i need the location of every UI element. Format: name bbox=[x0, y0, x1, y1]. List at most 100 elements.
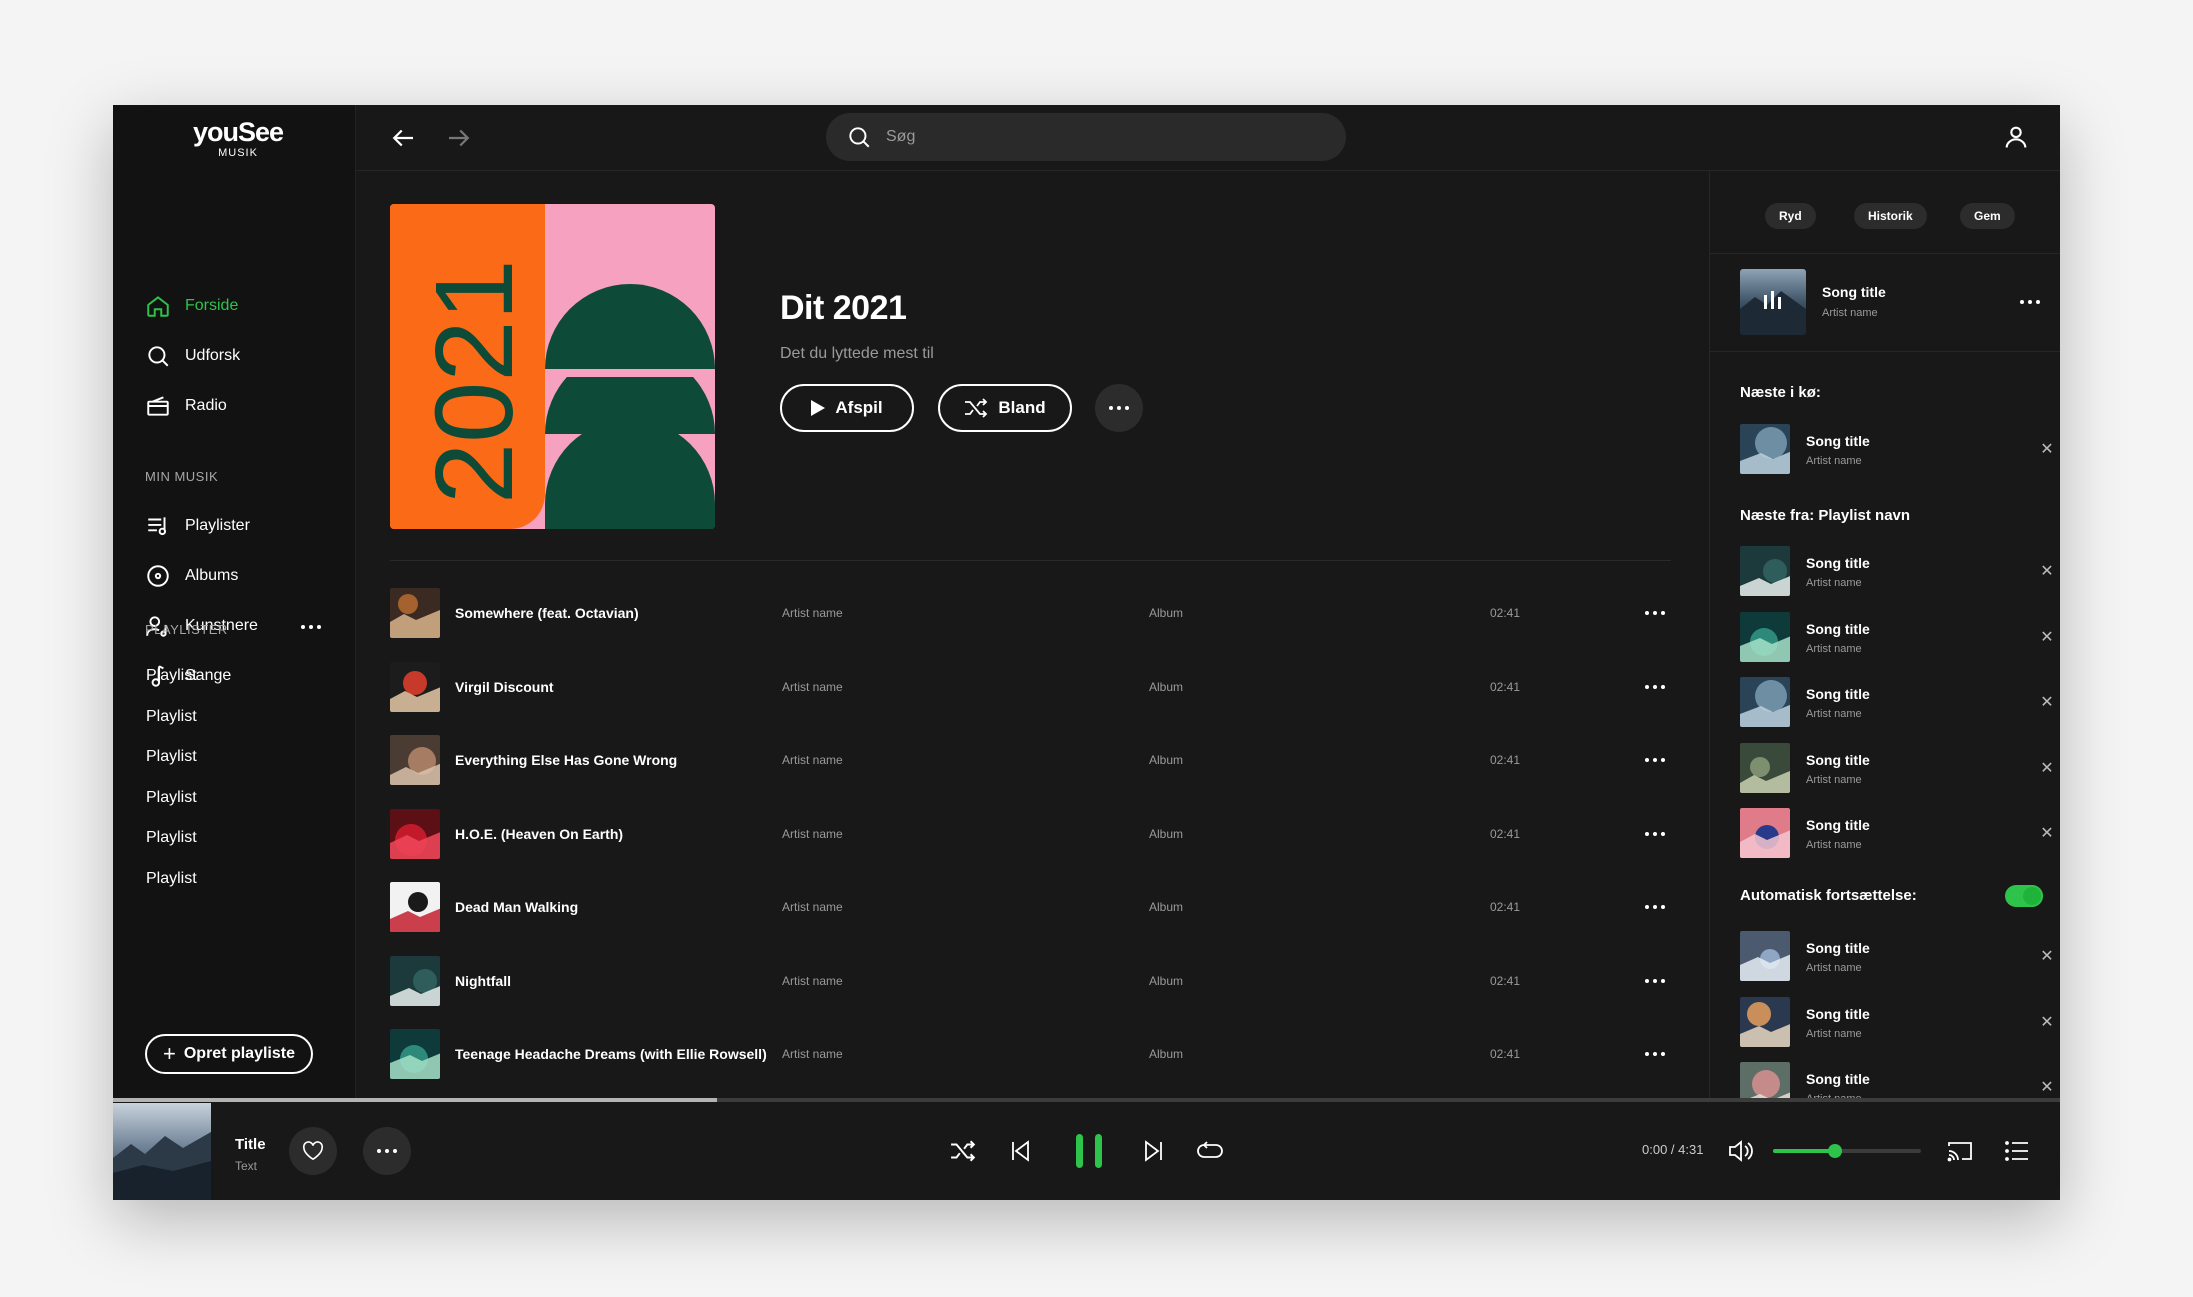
queue-item[interactable]: Song title Artist name ✕ bbox=[1740, 931, 2054, 981]
playlist-more-button[interactable] bbox=[1095, 384, 1143, 432]
track-duration: 02:41 bbox=[1490, 679, 1521, 694]
nav-item-playlister[interactable]: Playlister bbox=[145, 511, 250, 541]
sidebar-playlist-item[interactable]: Playlist bbox=[146, 789, 197, 807]
play-button[interactable]: Afspil bbox=[780, 384, 914, 432]
remove-from-queue-icon[interactable]: ✕ bbox=[2036, 1011, 2058, 1033]
track-album[interactable]: Album bbox=[1149, 900, 1183, 914]
shuffle-button[interactable]: Bland bbox=[938, 384, 1072, 432]
more-dots-icon[interactable] bbox=[2020, 300, 2040, 304]
playlist-cover-art: 2021 bbox=[390, 204, 715, 529]
track-row[interactable]: Virgil Discount Artist name Album 02:41 bbox=[390, 661, 1675, 712]
queue-list-icon bbox=[2005, 1141, 2028, 1161]
pause-button[interactable] bbox=[1069, 1134, 1109, 1168]
remove-from-queue-icon[interactable]: ✕ bbox=[2036, 757, 2058, 779]
create-playlist-button[interactable]: + Opret playliste bbox=[145, 1034, 313, 1074]
queue-item[interactable]: Song title Artist name ✕ bbox=[1740, 742, 2054, 793]
save-queue-button[interactable]: Gem bbox=[1960, 203, 2015, 229]
track-album[interactable]: Album bbox=[1149, 1047, 1183, 1061]
nav-item-forside[interactable]: Forside bbox=[145, 291, 238, 321]
track-more-button[interactable] bbox=[1640, 819, 1670, 849]
volume-button[interactable] bbox=[1724, 1134, 1758, 1168]
sidebar-playlist-item[interactable]: Playlist bbox=[146, 708, 197, 726]
queue-item-artist: Artist name bbox=[1806, 773, 1862, 786]
sidebar-playlist-item[interactable]: Playlist bbox=[146, 748, 197, 766]
cast-button[interactable] bbox=[1943, 1134, 1977, 1168]
sidebar-playlist-item[interactable]: Playlist bbox=[146, 667, 197, 685]
previous-button[interactable] bbox=[1003, 1134, 1037, 1168]
remove-from-queue-icon[interactable]: ✕ bbox=[2036, 691, 2058, 713]
nav-item-label: Udforsk bbox=[185, 347, 241, 364]
heart-icon bbox=[302, 1141, 324, 1161]
autoplay-toggle[interactable] bbox=[2005, 885, 2043, 907]
next-button[interactable] bbox=[1137, 1134, 1171, 1168]
nav-item-albums[interactable]: Albums bbox=[145, 561, 238, 591]
sidebar-playlist-item[interactable]: Playlist bbox=[146, 829, 197, 847]
nav-item-udforsk[interactable]: Udforsk bbox=[145, 341, 240, 371]
divider bbox=[1710, 253, 2060, 254]
track-row[interactable]: Dead Man Walking Artist name Album 02:41 bbox=[390, 882, 1675, 932]
queue-item[interactable]: Song title Artist name ✕ bbox=[1740, 424, 2054, 474]
track-more-button[interactable] bbox=[1640, 892, 1670, 922]
play-icon bbox=[811, 400, 826, 416]
remove-from-queue-icon[interactable]: ✕ bbox=[2036, 626, 2058, 648]
player-more-button[interactable] bbox=[363, 1127, 411, 1175]
remove-from-queue-icon[interactable]: ✕ bbox=[2036, 1076, 2058, 1098]
track-artist[interactable]: Artist name bbox=[782, 753, 843, 767]
volume-slider[interactable] bbox=[1773, 1144, 1921, 1158]
sidebar-playlist-item[interactable]: Playlist bbox=[146, 870, 197, 888]
queue-item[interactable]: Song title Artist name ✕ bbox=[1740, 808, 2054, 858]
track-row[interactable]: H.O.E. (Heaven On Earth) Artist name Alb… bbox=[390, 808, 1675, 859]
track-row[interactable]: Nightfall Artist name Album 02:41 bbox=[390, 955, 1675, 1006]
yousee-logo[interactable]: youSee MUSIK bbox=[193, 119, 284, 159]
shuffle-control[interactable] bbox=[946, 1134, 980, 1168]
forward-arrow-icon[interactable] bbox=[444, 123, 474, 153]
remove-from-queue-icon[interactable]: ✕ bbox=[2036, 822, 2058, 844]
queue-item[interactable]: Song title Artist name ✕ bbox=[1740, 996, 2054, 1047]
track-cover-art bbox=[390, 955, 440, 1006]
track-row[interactable]: Everything Else Has Gone Wrong Artist na… bbox=[390, 735, 1675, 785]
remove-from-queue-icon[interactable]: ✕ bbox=[2036, 438, 2058, 460]
user-profile-icon[interactable] bbox=[2002, 123, 2030, 151]
remove-from-queue-icon[interactable]: ✕ bbox=[2036, 945, 2058, 967]
clear-queue-button[interactable]: Ryd bbox=[1765, 203, 1816, 229]
nav-item-radio[interactable]: Radio bbox=[145, 391, 227, 421]
queue-item[interactable]: Song title Artist name ✕ bbox=[1740, 1062, 2054, 1100]
track-more-button[interactable] bbox=[1640, 1039, 1670, 1069]
track-duration: 02:41 bbox=[1490, 1047, 1521, 1061]
queue-item[interactable]: Song title Artist name ✕ bbox=[1740, 611, 2054, 662]
playlists-more-icon[interactable] bbox=[301, 625, 321, 629]
track-more-button[interactable] bbox=[1640, 966, 1670, 996]
track-more-button[interactable] bbox=[1640, 745, 1670, 775]
track-more-button[interactable] bbox=[1640, 672, 1670, 702]
remove-from-queue-icon[interactable]: ✕ bbox=[2036, 560, 2058, 582]
track-more-button[interactable] bbox=[1640, 598, 1670, 628]
queue-item-title: Song title bbox=[1806, 555, 1870, 571]
queue-item[interactable]: Song title Artist name ✕ bbox=[1740, 677, 2054, 727]
volume-knob[interactable] bbox=[1828, 1144, 1843, 1158]
track-artist[interactable]: Artist name bbox=[782, 974, 843, 988]
history-button[interactable]: Historik bbox=[1854, 203, 1927, 229]
track-album[interactable]: Album bbox=[1149, 974, 1183, 988]
search-input[interactable] bbox=[886, 128, 1306, 146]
track-row[interactable]: Teenage Headache Dreams (with Ellie Rows… bbox=[390, 1029, 1675, 1079]
queue-now-playing[interactable]: Song title Artist name bbox=[1740, 269, 2040, 335]
track-artist[interactable]: Artist name bbox=[782, 606, 843, 620]
back-arrow-icon[interactable] bbox=[388, 123, 418, 153]
like-button[interactable] bbox=[289, 1127, 337, 1175]
track-album[interactable]: Album bbox=[1149, 606, 1183, 620]
playback-progress-bar[interactable] bbox=[113, 1098, 2060, 1102]
track-album[interactable]: Album bbox=[1149, 680, 1183, 694]
queue-item[interactable]: Song title Artist name ✕ bbox=[1740, 546, 2054, 596]
search-bar[interactable] bbox=[826, 113, 1346, 161]
track-artist[interactable]: Artist name bbox=[782, 1047, 843, 1061]
queue-item-art bbox=[1740, 996, 1790, 1047]
track-album[interactable]: Album bbox=[1149, 753, 1183, 767]
repeat-button[interactable] bbox=[1193, 1134, 1227, 1168]
track-duration: 02:41 bbox=[1490, 900, 1521, 914]
track-artist[interactable]: Artist name bbox=[782, 680, 843, 694]
track-row[interactable]: Somewhere (feat. Octavian) Artist name A… bbox=[390, 588, 1675, 638]
track-album[interactable]: Album bbox=[1149, 827, 1183, 841]
track-artist[interactable]: Artist name bbox=[782, 827, 843, 841]
track-artist[interactable]: Artist name bbox=[782, 900, 843, 914]
queue-button[interactable] bbox=[2000, 1134, 2034, 1168]
